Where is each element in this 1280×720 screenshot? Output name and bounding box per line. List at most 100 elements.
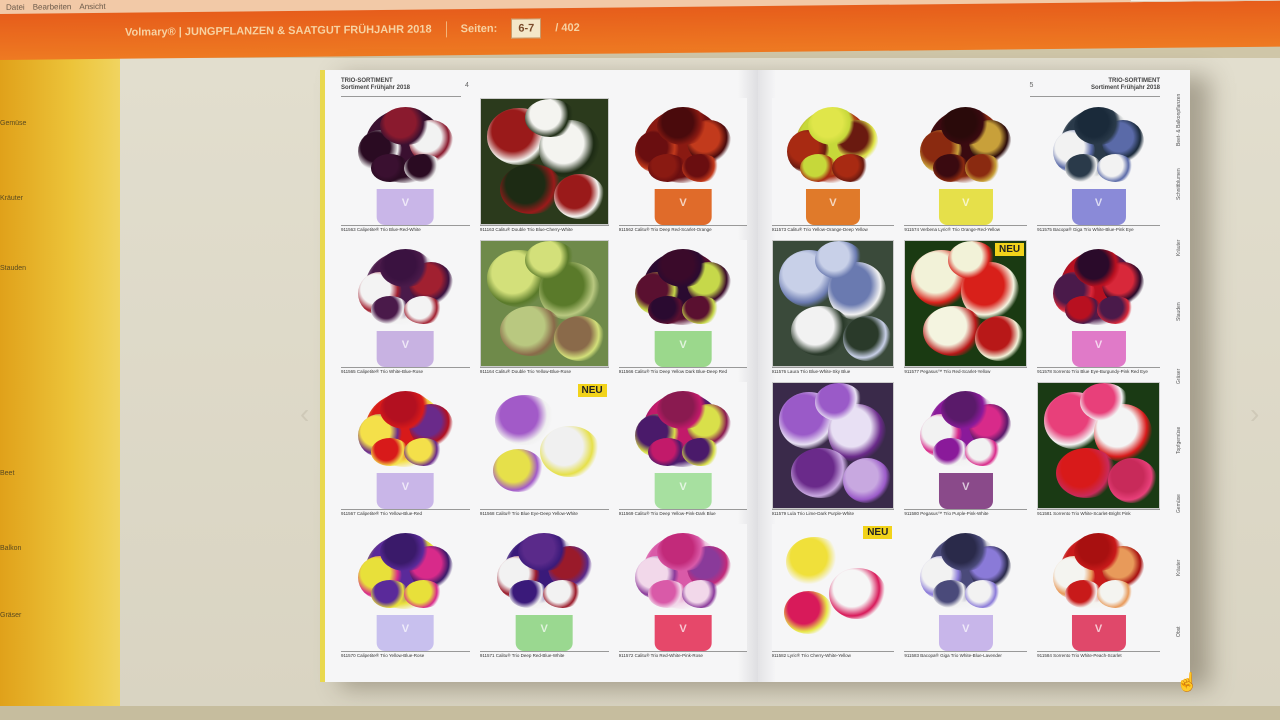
toolbar-divider [445,21,447,38]
page-header: TRIO-SORTIMENT Sortiment Frühjahr 2018 [1091,78,1160,92]
page-total: / 402 [555,21,580,35]
product-tile[interactable]: 911572 Calitu® Trio Red-White-Pink-Rose [618,524,748,660]
product-image [618,98,748,225]
product-caption: 911164 Calitu® Double Trio Yellow-Blue-R… [479,367,609,376]
left-sidebar-item[interactable]: Beet [0,470,14,477]
left-sidebar-item[interactable]: Gräser [0,612,21,619]
product-tile[interactable]: 911562 Calitu® Trio Deep Red-Scarlet-Ora… [618,98,748,234]
product-caption: 911572 Calitu® Trio Red-White-Pink-Rose [618,651,748,660]
page-header-subtitle: Sortiment Frühjahr 2018 [341,85,411,91]
flower-pot [654,615,712,651]
next-page-arrow-icon[interactable]: › [1250,398,1259,430]
product-grid: 911563 Calipetite® Trio Blue-Red-White 91… [341,98,748,660]
product-image [904,98,1028,225]
product-caption: 911569 Calitu® Trio Deep Yellow-Pink-Dar… [618,509,748,518]
new-badge: NEU [995,243,1025,256]
flower-pot [805,189,860,225]
category-tab[interactable]: Beet- & Balkonpflanzen [1176,90,1182,150]
pages-label: Seiten: [460,22,498,36]
product-image [341,98,470,225]
menu-item[interactable]: Ansicht [79,1,105,10]
category-tab[interactable]: Gemüse [1176,474,1182,534]
product-tile[interactable]: 911563 Calipetite® Trio Blue-Red-White [341,98,470,234]
product-caption: 911567 Calipetite® Trio Yellow-Blue-Red [341,509,470,518]
product-image: NEU [771,524,895,651]
page-header: TRIO-SORTIMENT Sortiment Frühjahr 2018 [341,78,410,92]
product-image [479,524,609,651]
left-sidebar-item[interactable]: Kräuter [0,195,23,202]
product-tile[interactable]: NEU 911582 Lyric® Trio Cherry-White-Yello… [771,524,895,660]
flower-pot [377,615,434,651]
product-tile[interactable]: 911573 Calitu® Trio Yellow-Orange-Deep Y… [771,98,895,234]
flower-pot [938,189,993,225]
flower-pot [515,615,573,651]
page-number: 4 [465,82,469,89]
product-tile[interactable]: 911578 Sorrento Trio Blue Eye-Burgundy-P… [1037,240,1160,376]
product-tile[interactable]: NEU 911568 Calitu® Trio Blue Eye-Deep Yel… [479,382,609,518]
product-tile[interactable]: 911565 Calipetite® Trio White-Blue-Rose [341,240,470,376]
menu-item[interactable]: Datei [6,2,25,11]
taskbar [0,706,1280,720]
flower-pot [938,615,993,651]
page-header-title: TRIO-SORTIMENT [1108,78,1160,84]
new-badge: NEU [863,526,893,539]
product-tile[interactable]: 911164 Calitu® Double Trio Yellow-Blue-R… [479,240,609,376]
product-caption: 911562 Calitu® Trio Deep Red-Scarlet-Ora… [618,225,748,234]
category-tab[interactable]: Obst [1176,602,1182,662]
product-tile[interactable]: 911579 Lula Trio Lime-Dark Purple-White [771,382,895,518]
left-sidebar-item[interactable]: Balkon [0,545,21,552]
product-image [618,240,748,367]
left-sidebar: Gemüse Kräuter Stauden Beet Balkon Gräse… [0,0,120,720]
product-tile[interactable]: 911581 Sorrento Trio White-Scarlet-Brigh… [1037,382,1160,518]
product-tile[interactable]: 911569 Calitu® Trio Deep Yellow-Pink-Dar… [618,382,748,518]
product-tile[interactable]: 911574 Verbena Lyric® Trio Orange-Red-Ye… [904,98,1028,234]
product-tile[interactable]: 911570 Calipetite® Trio Yellow-Blue-Rose [341,524,470,660]
product-image [618,524,748,651]
menu-item[interactable]: Bearbeiten [33,2,72,11]
product-image [1037,524,1160,651]
product-image [1037,240,1160,367]
product-caption: 911574 Verbena Lyric® Trio Orange-Red-Ye… [904,225,1028,234]
flower-pot [377,331,434,367]
flower-pot [654,189,712,225]
product-tile[interactable]: 911580 Pegasus™ Trio Purple-Pink-White [904,382,1028,518]
product-tile[interactable]: 911575 Bacopa® Giga Trio White-Blue-Pink… [1037,98,1160,234]
product-image [904,382,1028,509]
product-tile[interactable]: 911571 Calitu® Trio Deep Red-Blue-White [479,524,609,660]
product-caption: 911573 Calitu® Trio Yellow-Orange-Deep Y… [771,225,895,234]
page-number-input[interactable]: 6-7 [511,18,542,39]
new-badge: NEU [577,384,607,397]
product-tile[interactable]: 911583 Bacopa® Giga Trio White-Blue-Lave… [904,524,1028,660]
product-caption: 911584 Sorrento Trio White-Peach-Scarlet [1037,651,1160,660]
product-tile[interactable]: 911584 Sorrento Trio White-Peach-Scarlet [1037,524,1160,660]
flower-pot [377,189,434,225]
product-grid: 911573 Calitu® Trio Yellow-Orange-Deep Y… [771,98,1160,660]
product-caption: 911583 Bacopa® Giga Trio White-Blue-Lave… [904,651,1028,660]
product-image [1037,382,1160,509]
category-tab[interactable]: Schnittblumen [1176,154,1182,214]
product-image [771,240,895,367]
hand-cursor-icon: ☝ [1176,672,1199,692]
product-caption: 911576 Laura Trio Blue-White-Sky Blue [771,367,895,376]
left-sidebar-item[interactable]: Stauden [0,265,26,272]
flower-pot [938,473,993,509]
flower-pot [1071,189,1126,225]
left-sidebar-item[interactable]: Gemüse [0,120,26,127]
category-tab[interactable]: Stauden [1176,282,1182,342]
category-tab[interactable]: Topfgemüse [1176,410,1182,470]
product-image [771,98,895,225]
prev-page-arrow-icon[interactable]: ‹ [300,398,309,430]
product-tile[interactable]: 911566 Calitu® Trio Deep Yellow Dark Blu… [618,240,748,376]
category-tab[interactable]: Kräuter [1176,218,1182,278]
product-tile[interactable]: NEU 911577 Pegasus™ Trio Red-Scarlet-Yell… [904,240,1028,376]
product-tile[interactable]: 911576 Laura Trio Blue-White-Sky Blue [771,240,895,376]
product-image [341,524,470,651]
product-caption: 911565 Calipetite® Trio White-Blue-Rose [341,367,470,376]
product-tile[interactable]: 911163 Calitu® Double Trio Blue-Cherry-W… [479,98,609,234]
header-rule [1030,96,1160,97]
category-tab[interactable]: Kräuter [1176,538,1182,598]
product-image [771,382,895,509]
page-header-subtitle: Sortiment Frühjahr 2018 [1090,85,1160,91]
category-tab[interactable]: Gräser [1176,346,1182,406]
product-tile[interactable]: 911567 Calipetite® Trio Yellow-Blue-Red [341,382,470,518]
